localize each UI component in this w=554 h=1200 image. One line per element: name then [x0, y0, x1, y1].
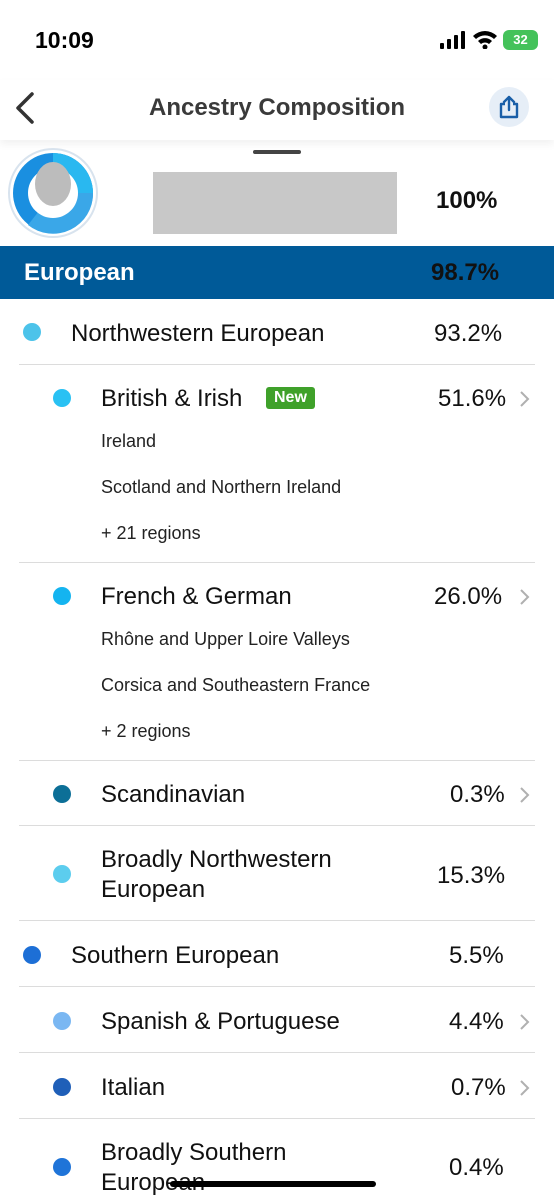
- color-dot: [53, 785, 71, 803]
- population-percent: 0.4%: [449, 1154, 504, 1181]
- region-name: European: [24, 259, 135, 286]
- battery-icon: 32: [503, 30, 538, 50]
- more-regions-label[interactable]: + 21 regions: [101, 523, 201, 544]
- subregion-label: Corsica and Southeastern France: [101, 675, 371, 695]
- group-label: Northwestern European: [71, 320, 325, 347]
- color-dot: [53, 1012, 71, 1030]
- wifi-icon: [473, 31, 497, 49]
- nav-bar: Ancestry Composition: [0, 80, 554, 140]
- population-row-italian[interactable]: Italian 0.7%: [0, 1053, 554, 1118]
- population-label: French & German: [101, 583, 292, 610]
- chevron-right-icon: [520, 787, 530, 803]
- color-dot: [23, 323, 41, 341]
- color-dot: [23, 946, 41, 964]
- subregion-label: Scotland and Northern Ireland: [101, 477, 342, 497]
- ancestry-donut-chart[interactable]: [8, 148, 98, 238]
- region-banner-european[interactable]: European 98.7%: [0, 246, 554, 299]
- region-percent: 98.7%: [431, 259, 500, 286]
- share-icon: [499, 95, 519, 119]
- population-label-line2: European: [101, 876, 206, 903]
- color-dot: [53, 1078, 71, 1096]
- population-percent: 26.0%: [434, 583, 503, 610]
- group-label: Southern European: [71, 942, 280, 969]
- chevron-right-icon: [520, 589, 530, 605]
- status-time: 10:09: [35, 27, 94, 53]
- group-row-northwestern-european[interactable]: Northwestern European 93.2%: [0, 300, 554, 364]
- cellular-signal-icon: [440, 31, 465, 49]
- color-dot: [53, 587, 71, 605]
- population-row-spanish-portuguese[interactable]: Spanish & Portuguese 4.4%: [0, 987, 554, 1052]
- home-indicator[interactable]: [170, 1181, 376, 1187]
- population-label: Italian: [101, 1074, 166, 1101]
- more-regions-label[interactable]: + 2 regions: [101, 721, 191, 742]
- population-label: British & Irish: [101, 385, 243, 412]
- new-badge: New: [266, 387, 315, 409]
- population-label-line1: Broadly Northwestern: [101, 846, 332, 873]
- color-dot: [53, 1158, 71, 1176]
- population-row-british-irish[interactable]: British & Irish New 51.6% Ireland Scotla…: [0, 365, 554, 562]
- population-percent: 0.7%: [451, 1074, 506, 1101]
- subregion-label: Rhône and Upper Loire Valleys: [101, 629, 350, 649]
- chevron-right-icon: [520, 1014, 530, 1030]
- group-percent: 93.2%: [434, 320, 503, 347]
- color-dot: [53, 389, 71, 407]
- population-label: Scandinavian: [101, 781, 246, 808]
- subregion-label: Ireland: [101, 431, 157, 451]
- color-dot: [53, 865, 71, 883]
- chevron-right-icon: [520, 391, 530, 407]
- population-row-broadly-southern-european: Broadly Southern European 0.4%: [0, 1119, 554, 1200]
- status-bar: 10:09 32: [0, 0, 554, 80]
- share-button[interactable]: [489, 87, 529, 127]
- page-title: Ancestry Composition: [148, 94, 406, 121]
- population-percent: 0.3%: [450, 781, 505, 808]
- group-percent: 5.5%: [449, 942, 504, 969]
- population-label: Spanish & Portuguese: [101, 1008, 340, 1035]
- population-row-french-german[interactable]: French & German 26.0% Rhône and Upper Lo…: [0, 563, 554, 760]
- population-label-line1: Broadly Southern: [101, 1139, 287, 1166]
- total-percent: 100%: [436, 187, 498, 214]
- population-percent: 51.6%: [438, 385, 507, 412]
- population-percent: 15.3%: [437, 862, 506, 889]
- population-row-broadly-northwestern-european: Broadly Northwestern European 15.3%: [0, 826, 554, 920]
- drag-handle[interactable]: [253, 150, 301, 154]
- population-row-scandinavian[interactable]: Scandinavian 0.3%: [0, 761, 554, 825]
- group-row-southern-european[interactable]: Southern European 5.5%: [0, 921, 554, 986]
- redacted-profile-name: [153, 172, 397, 234]
- chevron-right-icon: [520, 1080, 530, 1096]
- population-percent: 4.4%: [449, 1008, 504, 1035]
